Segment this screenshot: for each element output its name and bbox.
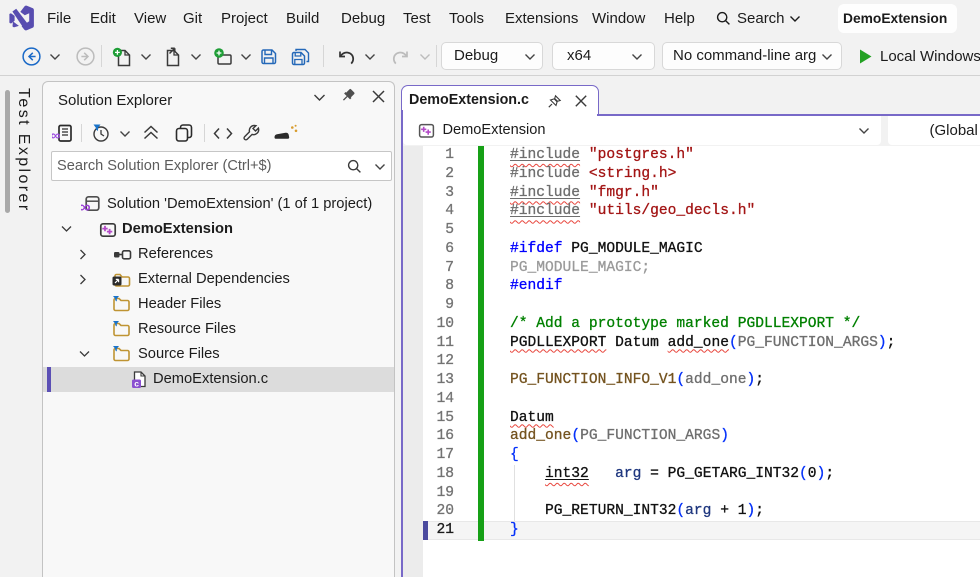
svg-text:c: c (134, 379, 139, 389)
svg-text:∞: ∞ (81, 198, 91, 215)
svg-text:∞: ∞ (52, 127, 61, 143)
